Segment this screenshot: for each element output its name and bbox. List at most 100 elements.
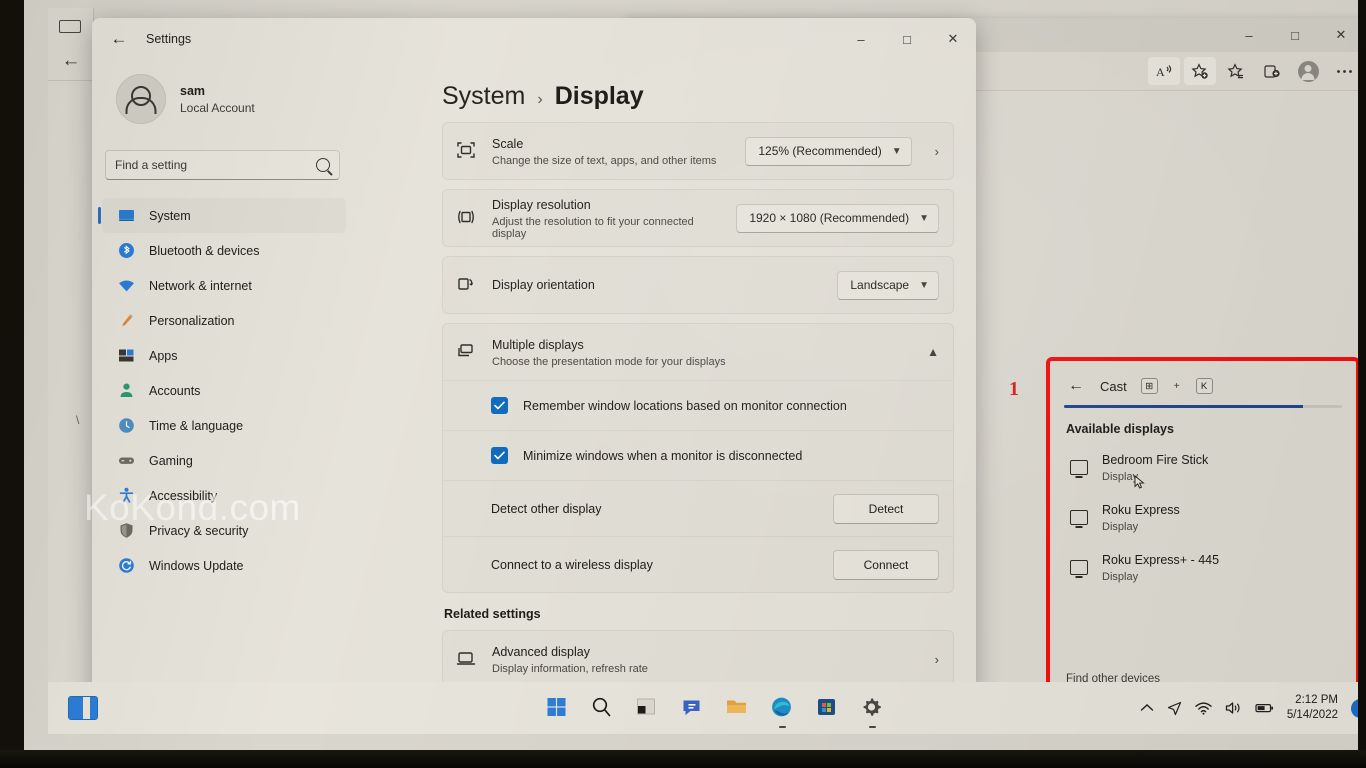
background-window-left[interactable]: ← \ — [48, 8, 94, 698]
sidebar-item-windows-update[interactable]: Windows Update — [102, 548, 346, 583]
minimize-button[interactable]: – — [838, 18, 884, 60]
orientation-card: Display orientation Landscape ▼ — [442, 256, 954, 314]
search-button[interactable] — [590, 695, 616, 721]
minimize-windows-checkbox[interactable] — [491, 447, 508, 464]
row-subtitle: Change the size of text, apps, and other… — [492, 155, 717, 167]
annotation-number: 1 — [1009, 378, 1019, 400]
wireless-display-row: Connect to a wireless display Connect — [443, 536, 953, 592]
sidebar-item-bluetooth-devices[interactable]: Bluetooth & devices — [102, 233, 346, 268]
account-name: sam — [180, 83, 206, 98]
scale-dropdown[interactable]: 125% (Recommended) ▼ — [745, 136, 912, 166]
sidebar-item-label: Network & internet — [149, 278, 252, 293]
chat-button[interactable] — [680, 695, 706, 721]
chevron-right-icon[interactable]: › — [935, 144, 939, 159]
add-favorite-icon[interactable] — [1184, 57, 1216, 85]
window-tab-icon — [59, 20, 81, 33]
sidebar-item-gaming[interactable]: Gaming — [102, 443, 346, 478]
start-button[interactable] — [545, 695, 571, 721]
back-arrow-icon[interactable]: ← — [60, 50, 82, 72]
sidebar-item-label: Gaming — [149, 453, 193, 468]
multiple-displays-row[interactable]: Multiple displays Choose the presentatio… — [443, 324, 953, 380]
more-options-icon[interactable] — [1328, 57, 1360, 85]
clock[interactable]: 2:12 PM 5/14/2022 — [1287, 693, 1338, 723]
resolution-value: 1920 × 1080 (Recommended) — [749, 211, 910, 225]
close-button[interactable]: ✕ — [930, 18, 976, 60]
sidebar-item-accessibility[interactable]: Accessibility — [102, 478, 346, 513]
sidebar-item-time-language[interactable]: Time & language — [102, 408, 346, 443]
maximize-button[interactable]: □ — [884, 18, 930, 60]
row-subtitle: Display information, refresh rate — [492, 663, 648, 675]
row-title: Multiple displays — [492, 338, 584, 352]
sidebar-item-apps[interactable]: Apps — [102, 338, 346, 373]
mouse-cursor — [1134, 475, 1145, 490]
task-view-button[interactable] — [635, 695, 661, 721]
screen-bezel — [0, 750, 1366, 768]
update-icon — [118, 557, 135, 574]
collections-icon[interactable] — [1256, 57, 1288, 85]
remember-window-locations-checkbox[interactable] — [491, 397, 508, 414]
sidebar-item-system[interactable]: System — [98, 198, 346, 233]
remember-window-locations-row[interactable]: Remember window locations based on monit… — [443, 380, 953, 430]
edge-maximize-button[interactable]: □ — [1272, 18, 1318, 52]
gamepad-icon — [118, 452, 135, 469]
search-field[interactable] — [115, 158, 316, 172]
show-hidden-icons[interactable] — [1140, 703, 1154, 713]
taskbar: 2:12 PM 5/14/2022 1 — [48, 682, 1366, 734]
settings-scroll-area[interactable]: Scale Change the size of text, apps, and… — [442, 122, 954, 702]
minimize-windows-row[interactable]: Minimize windows when a monitor is disco… — [443, 430, 953, 480]
scale-card: Scale Change the size of text, apps, and… — [442, 122, 954, 180]
row-title: Connect to a wireless display — [491, 557, 653, 572]
sidebar-item-label: Accounts — [149, 383, 201, 398]
scale-row[interactable]: Scale Change the size of text, apps, and… — [443, 123, 953, 179]
favorites-icon[interactable] — [1220, 57, 1252, 85]
screen-bezel — [1358, 0, 1366, 768]
settings-sidebar: sam Local Account Find a setting System … — [92, 60, 356, 702]
clock-date: 5/14/2022 — [1286, 709, 1338, 721]
file-explorer-button[interactable] — [725, 695, 751, 721]
paintbrush-icon — [118, 312, 135, 329]
sidebar-item-accounts[interactable]: Accounts — [102, 373, 346, 408]
breadcrumb: System › Display — [442, 82, 644, 111]
settings-button[interactable] — [860, 695, 886, 728]
settings-window[interactable]: ← Settings – □ ✕ sam Local Account Find … — [92, 18, 976, 702]
profile-avatar[interactable] — [1292, 57, 1324, 85]
scroll-tick: \ — [76, 413, 80, 427]
sidebar-item-personalization[interactable]: Personalization — [102, 303, 346, 338]
detect-button[interactable]: Detect — [833, 493, 939, 524]
widgets-icon[interactable] — [68, 696, 98, 720]
settings-window-controls: – □ ✕ — [838, 18, 976, 60]
clock-icon — [118, 417, 135, 434]
breadcrumb-system[interactable]: System — [442, 82, 525, 111]
search-input[interactable] — [105, 150, 340, 180]
related-settings-heading: Related settings — [444, 607, 541, 621]
row-subtitle: Adjust the resolution to fit your connec… — [492, 216, 694, 240]
sidebar-item-label: Windows Update — [149, 558, 244, 573]
settings-main-pane: System › Display Scale Change the size o… — [356, 60, 976, 702]
chevron-up-icon[interactable]: ▲ — [927, 345, 939, 359]
display-resolution-row[interactable]: Display resolution Adjust the resolution… — [443, 190, 953, 246]
read-aloud-icon[interactable]: A — [1148, 57, 1180, 85]
account-block[interactable]: sam Local Account — [92, 60, 356, 124]
multiple-displays-card: Multiple displays Choose the presentatio… — [442, 323, 954, 593]
advanced-display-row[interactable]: Advanced display Display information, re… — [443, 631, 953, 687]
battery-icon[interactable] — [1255, 702, 1274, 714]
wifi-icon[interactable] — [1195, 701, 1212, 715]
orientation-icon — [455, 273, 479, 297]
orientation-dropdown[interactable]: Landscape ▼ — [837, 270, 939, 300]
sidebar-item-privacy-security[interactable]: Privacy & security — [102, 513, 346, 548]
resolution-dropdown[interactable]: 1920 × 1080 (Recommended) ▼ — [736, 203, 939, 233]
speaker-icon[interactable] — [1225, 701, 1242, 715]
back-arrow-icon[interactable]: ← — [102, 24, 136, 54]
edge-button[interactable] — [770, 695, 796, 728]
display-orientation-row[interactable]: Display orientation Landscape ▼ — [443, 257, 953, 313]
location-icon[interactable] — [1167, 701, 1182, 716]
chevron-right-icon[interactable]: › — [935, 652, 939, 667]
search-icon — [316, 158, 330, 172]
chevron-down-icon: ▼ — [919, 279, 929, 291]
clock-time: 2:12 PM — [1295, 694, 1338, 706]
running-indicator — [779, 725, 786, 728]
edge-minimize-button[interactable]: – — [1226, 18, 1272, 52]
connect-button[interactable]: Connect — [833, 549, 939, 580]
sidebar-item-network-internet[interactable]: Network & internet — [102, 268, 346, 303]
store-button[interactable] — [815, 695, 841, 721]
